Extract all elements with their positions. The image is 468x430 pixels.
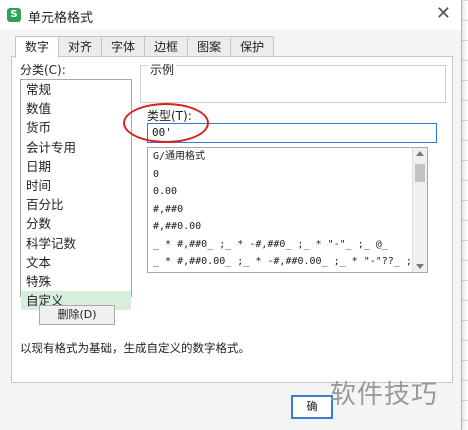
format-item[interactable]: 0.00 xyxy=(148,183,427,201)
category-item[interactable]: 时间 xyxy=(21,176,131,195)
title-bar: S 单元格格式 ✕ xyxy=(0,0,461,30)
category-item[interactable]: 会计专用 xyxy=(21,138,131,157)
category-item[interactable]: 科学记数 xyxy=(21,234,131,253)
format-item[interactable]: _ * #,##0.00_ ;_ * -#,##0.00_ ;_ * "-"??… xyxy=(148,253,427,271)
category-item[interactable]: 百分比 xyxy=(21,195,131,214)
ok-button[interactable]: 确 xyxy=(291,395,333,419)
tab-number[interactable]: 数字 xyxy=(15,36,60,58)
sample-box xyxy=(140,65,446,103)
category-item[interactable]: 特殊 xyxy=(21,272,131,291)
category-item[interactable]: 日期 xyxy=(21,157,131,176)
annotation-circle-type xyxy=(123,103,209,143)
category-list: 常规 数值 货币 会计专用 日期 时间 百分比 分数 科学记数 文本 特殊 自定… xyxy=(20,79,132,311)
delete-button[interactable]: 删除(D) xyxy=(39,305,115,325)
close-icon[interactable]: ✕ xyxy=(436,3,451,25)
watermark-text: 软件技巧 xyxy=(330,380,439,410)
tab-font[interactable]: 字体 xyxy=(101,36,146,57)
format-description: 以现有格式为基础，生成自定义的数字格式。 xyxy=(20,341,250,355)
app-icon: S xyxy=(7,8,21,22)
tab-alignment[interactable]: 对齐 xyxy=(58,36,103,57)
tab-border[interactable]: 边框 xyxy=(144,36,189,57)
category-item[interactable]: 分数 xyxy=(21,214,131,233)
format-item[interactable]: #,##0 xyxy=(148,201,427,219)
dialog-title: 单元格格式 xyxy=(28,11,94,26)
scroll-up-icon[interactable] xyxy=(416,151,424,156)
format-item[interactable]: G/通用格式 xyxy=(148,148,427,166)
category-item[interactable]: 货币 xyxy=(21,118,131,137)
format-list-scrollbar[interactable] xyxy=(412,148,427,272)
format-item[interactable]: 0 xyxy=(148,166,427,184)
tab-bar: 数字 对齐 字体 边框 图案 保护 xyxy=(15,36,275,58)
cell-format-dialog: S 单元格格式 ✕ 数字 对齐 字体 边框 图案 保护 分类(C): 常规 数值… xyxy=(0,0,462,430)
sample-label: 示例 xyxy=(148,61,177,78)
format-list: G/通用格式 0 0.00 #,##0 #,##0.00 _ * #,##0_ … xyxy=(147,147,428,273)
scroll-thumb[interactable] xyxy=(415,164,425,182)
format-item[interactable]: #,##0.00 xyxy=(148,218,427,236)
tab-pattern[interactable]: 图案 xyxy=(187,36,232,57)
scroll-down-icon[interactable] xyxy=(416,264,424,269)
format-item[interactable]: _ * #,##0_ ;_ * -#,##0_ ;_ * "-"_ ;_ @_ xyxy=(148,236,427,254)
category-item[interactable]: 文本 xyxy=(21,253,131,272)
category-label: 分类(C): xyxy=(20,63,66,77)
number-tab-panel: 分类(C): 常规 数值 货币 会计专用 日期 时间 百分比 分数 科学记数 文… xyxy=(11,56,453,383)
category-item[interactable]: 数值 xyxy=(21,99,131,118)
category-item[interactable]: 常规 xyxy=(21,80,131,99)
tab-protection[interactable]: 保护 xyxy=(230,36,275,57)
